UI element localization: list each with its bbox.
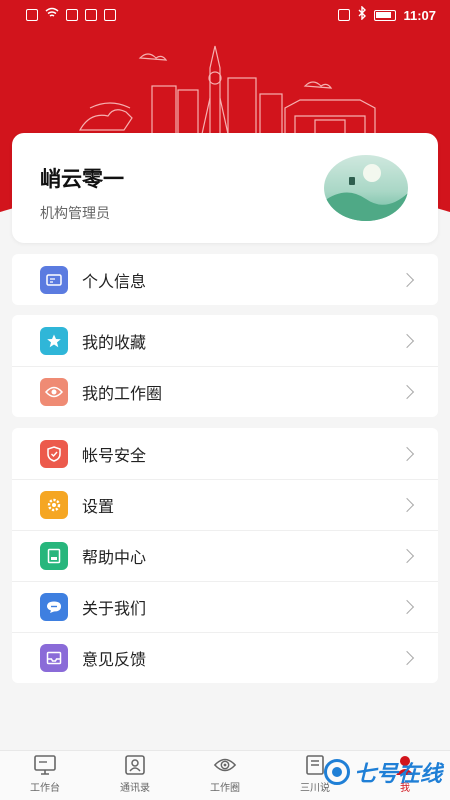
tab-label: 工作台 <box>30 783 60 794</box>
wifi-icon <box>45 7 59 23</box>
contacts-icon <box>123 754 147 776</box>
watermark-logo-icon <box>323 759 350 785</box>
chat-bubble-icon <box>40 593 68 621</box>
bluetooth-icon <box>357 5 367 24</box>
id-card-icon <box>40 265 68 294</box>
user-role: 机构管理员 <box>40 206 110 222</box>
menu-item-settings[interactable]: 设置 <box>12 479 438 530</box>
menu-item-about-us[interactable]: 关于我们 <box>12 581 438 632</box>
menu-item-personal-info[interactable]: 个人信息 <box>12 254 438 305</box>
help-book-icon <box>40 542 68 570</box>
status-time: 11:07 <box>403 7 436 23</box>
nfc-icon <box>85 9 97 21</box>
gear-icon <box>40 491 68 519</box>
tab-work-circle[interactable]: 工作圈 <box>180 751 270 800</box>
site-watermark: 七号在线 <box>323 756 442 788</box>
eye-icon <box>213 754 237 776</box>
menu-group-personal: 个人信息 <box>12 254 438 305</box>
chevron-right-icon <box>399 650 415 666</box>
city-skyline-illustration <box>60 45 400 135</box>
nfc-status-icon <box>338 9 351 21</box>
chevron-right-icon <box>399 599 415 615</box>
notification-icon <box>26 9 38 21</box>
menu-item-label: 帮助中心 <box>82 548 147 567</box>
star-icon <box>40 326 68 355</box>
menu-item-label: 设置 <box>82 497 115 516</box>
chevron-right-icon <box>399 446 415 461</box>
location-icon <box>104 9 116 21</box>
menu-item-label: 我的收藏 <box>82 332 147 352</box>
menu-item-help-center[interactable]: 帮助中心 <box>12 530 438 581</box>
inbox-icon <box>40 644 68 672</box>
chevron-right-icon <box>399 384 415 400</box>
tab-label: 工作圈 <box>210 783 240 794</box>
menu-item-label: 我的工作圈 <box>82 384 163 403</box>
tab-workbench[interactable]: 工作台 <box>0 751 90 800</box>
sim-icon <box>66 9 78 21</box>
chevron-right-icon <box>399 333 415 348</box>
avatar[interactable] <box>324 155 408 221</box>
menu-item-label: 关于我们 <box>82 599 147 618</box>
monitor-icon <box>33 754 57 776</box>
menu-group-settings: 帐号安全 设置 帮助中心 关于我们 意见反馈 <box>12 428 438 683</box>
menu-group-favorites: 我的收藏 我的工作圈 <box>12 315 438 417</box>
shield-icon <box>40 439 68 468</box>
status-bar: 11:07 <box>0 0 450 30</box>
chevron-right-icon <box>399 548 415 564</box>
eye-icon <box>40 378 68 406</box>
menu-item-feedback[interactable]: 意见反馈 <box>12 632 438 683</box>
chevron-right-icon <box>399 272 415 287</box>
watermark-text: 七号在线 <box>353 762 442 787</box>
menu-item-work-circle[interactable]: 我的工作圈 <box>12 366 438 417</box>
menu-item-favorites[interactable]: 我的收藏 <box>12 315 438 366</box>
user-name: 峭云零一 <box>40 167 124 191</box>
tab-label: 通讯录 <box>120 783 150 794</box>
menu-item-account-security[interactable]: 帐号安全 <box>12 428 438 479</box>
profile-card[interactable]: 峭云零一 机构管理员 <box>12 133 438 243</box>
chevron-right-icon <box>399 497 415 513</box>
menu-item-label: 个人信息 <box>82 271 147 291</box>
menu-item-label: 意见反馈 <box>82 650 147 669</box>
menu-item-label: 帐号安全 <box>82 445 147 465</box>
battery-icon <box>374 9 397 21</box>
tab-contacts[interactable]: 通讯录 <box>90 751 180 800</box>
